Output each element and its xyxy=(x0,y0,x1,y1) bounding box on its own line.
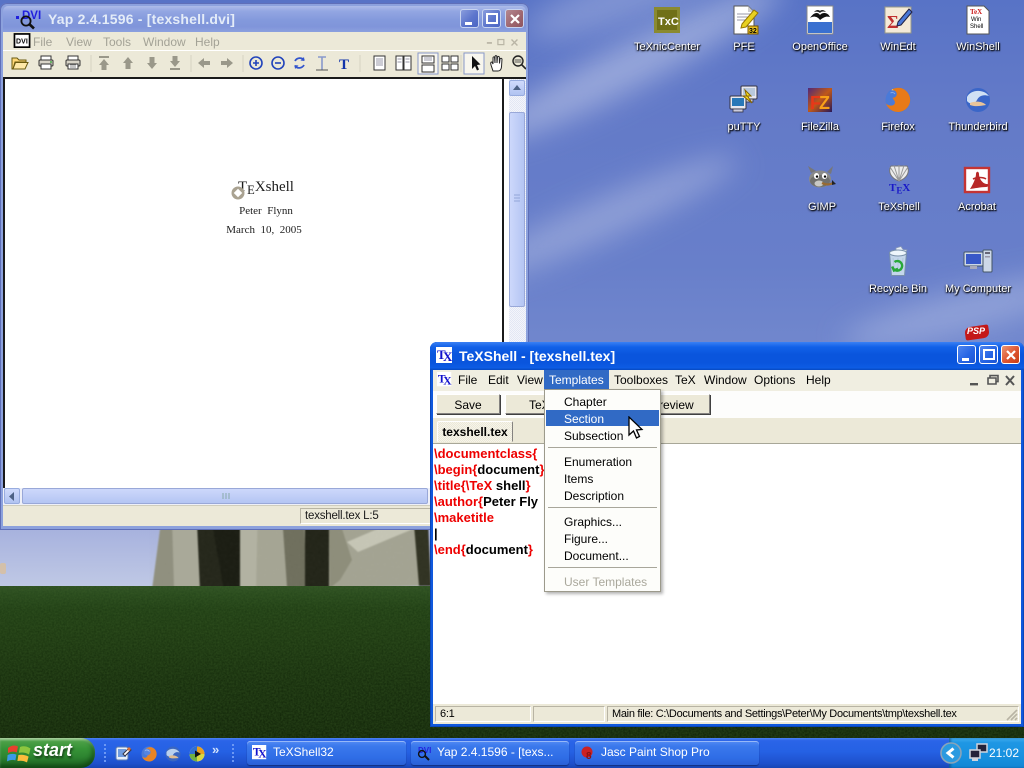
svg-text:X: X xyxy=(443,375,452,387)
svg-text:TxC: TxC xyxy=(658,16,679,28)
svg-text:32: 32 xyxy=(749,28,757,35)
svg-text:T: T xyxy=(339,57,349,73)
svg-text:TeX: TeX xyxy=(970,8,982,16)
svg-text:8: 8 xyxy=(586,751,592,761)
svg-text:TEX: TEX xyxy=(889,182,910,196)
svg-text:Σ: Σ xyxy=(887,12,899,32)
svg-text:Z: Z xyxy=(819,93,830,113)
svg-text:X: X xyxy=(258,748,267,760)
svg-text:Win: Win xyxy=(971,17,981,23)
svg-text:DVI: DVI xyxy=(16,38,28,45)
svg-text:X: X xyxy=(443,349,453,364)
svg-text:Shell: Shell xyxy=(970,24,983,30)
